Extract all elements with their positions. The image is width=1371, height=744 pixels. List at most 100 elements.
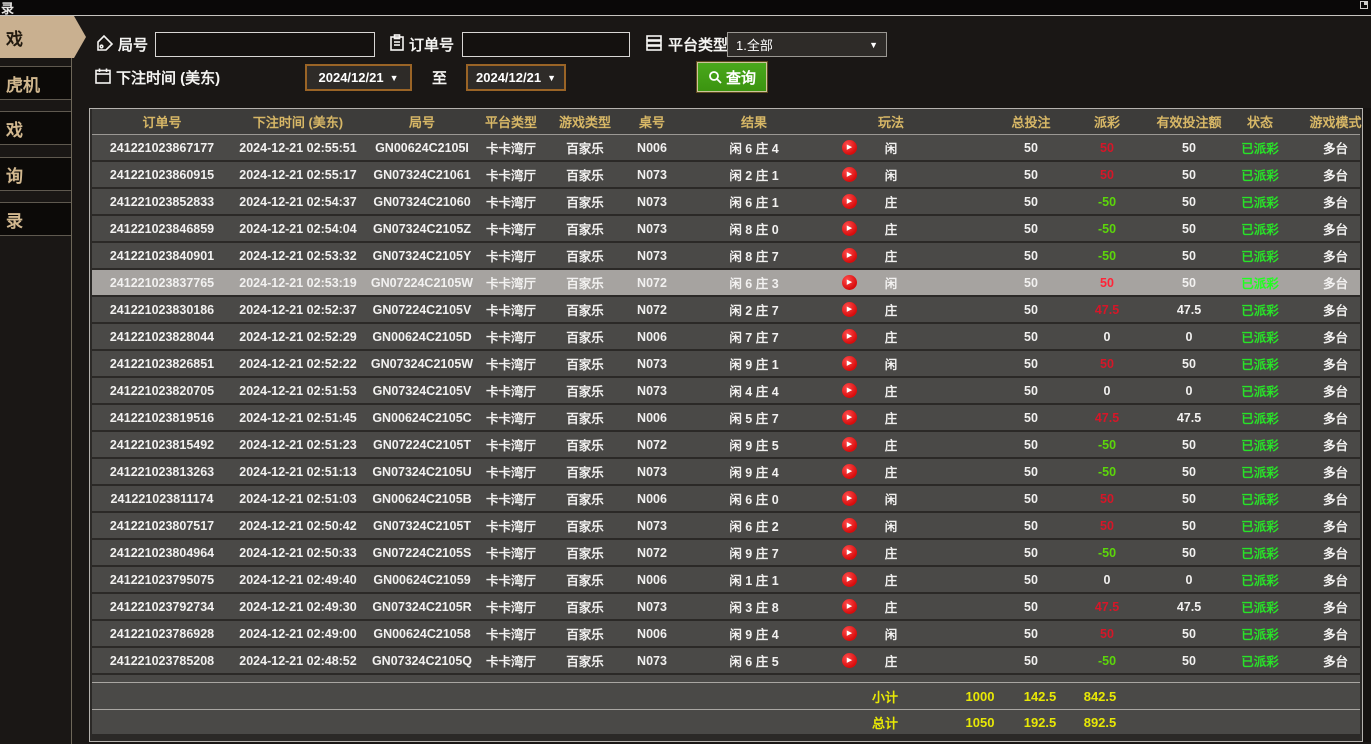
table-row[interactable]: 241221023826851 2024-12-21 02:52:22 GN07… [92, 351, 1360, 378]
sidebar-item-slots[interactable]: 虎机 [0, 66, 72, 100]
play-video-button[interactable]: ▶ [842, 194, 857, 209]
play-video-button[interactable]: ▶ [842, 464, 857, 479]
total-valid-bet: 892.5 [1070, 715, 1130, 730]
table-row[interactable]: 241221023820705 2024-12-21 02:51:53 GN07… [92, 378, 1360, 405]
cell-result: 闲 6 庄 4 [676, 138, 832, 157]
play-video-button[interactable]: ▶ [842, 140, 857, 155]
table-row[interactable]: 241221023852833 2024-12-21 02:54:37 GN07… [92, 189, 1360, 216]
cell-mode: 多台 [1287, 516, 1364, 535]
cell-result: 闲 7 庄 7 [676, 327, 832, 346]
cell-platform: 卡卡湾厅 [480, 435, 542, 454]
cell-play-type: 闲 [866, 516, 916, 535]
cell-total-bet: 50 [993, 465, 1069, 479]
cell-status: 已派彩 [1233, 354, 1287, 373]
play-video-button[interactable]: ▶ [842, 653, 857, 668]
cell-table-no: N073 [628, 195, 676, 209]
sidebar-item-query[interactable]: 询 [0, 157, 72, 191]
cell-play: ▶ [832, 572, 866, 587]
play-video-button[interactable]: ▶ [842, 491, 857, 506]
cell-play-type: 庄 [866, 219, 916, 238]
play-video-button[interactable]: ▶ [842, 545, 857, 560]
table-row[interactable]: 241221023846859 2024-12-21 02:54:04 GN07… [92, 216, 1360, 243]
sidebar-item-record[interactable]: 录 [0, 202, 72, 236]
table-row[interactable]: 241221023867177 2024-12-21 02:55:51 GN00… [92, 135, 1360, 162]
cell-status: 已派彩 [1233, 192, 1287, 211]
table-row[interactable]: 241221023795075 2024-12-21 02:49:40 GN00… [92, 567, 1360, 594]
cell-game: 百家乐 [542, 354, 628, 373]
cell-total-bet: 50 [993, 276, 1069, 290]
table-row[interactable]: 241221023804964 2024-12-21 02:50:33 GN07… [92, 540, 1360, 567]
play-video-button[interactable]: ▶ [842, 410, 857, 425]
cell-table-no: N073 [628, 384, 676, 398]
play-video-button[interactable]: ▶ [842, 356, 857, 371]
play-icon: ▶ [847, 603, 852, 610]
cell-status: 已派彩 [1233, 624, 1287, 643]
table-row[interactable]: 241221023785208 2024-12-21 02:48:52 GN07… [92, 648, 1360, 675]
search-button[interactable]: 查询 [697, 62, 767, 92]
cell-round: GN07324C2105R [364, 600, 480, 614]
play-icon: ▶ [847, 495, 852, 502]
table-row[interactable]: 241221023813263 2024-12-21 02:51:13 GN07… [92, 459, 1360, 486]
play-video-button[interactable]: ▶ [842, 383, 857, 398]
scrollbar-track[interactable] [1363, 108, 1371, 742]
cell-result: 闲 6 庄 5 [676, 651, 832, 670]
cell-order: 241221023792734 [92, 600, 232, 614]
window-restore-icon[interactable] [1360, 1, 1368, 9]
cell-order: 241221023828044 [92, 330, 232, 344]
cell-time: 2024-12-21 02:51:03 [232, 492, 364, 506]
cell-round: GN07324C2105Q [364, 654, 480, 668]
table-row[interactable]: 241221023828044 2024-12-21 02:52:29 GN00… [92, 324, 1360, 351]
table-row[interactable]: 241221023786928 2024-12-21 02:49:00 GN00… [92, 621, 1360, 648]
play-video-button[interactable]: ▶ [842, 518, 857, 533]
cell-play: ▶ [832, 302, 866, 317]
cell-platform: 卡卡湾厅 [480, 597, 542, 616]
table-body: 241221023867177 2024-12-21 02:55:51 GN00… [92, 135, 1360, 675]
cell-play: ▶ [832, 356, 866, 371]
play-video-button[interactable]: ▶ [842, 572, 857, 587]
cell-table-no: N073 [628, 357, 676, 371]
play-video-button[interactable]: ▶ [842, 302, 857, 317]
cell-mode: 多台 [1287, 192, 1364, 211]
platform-type-label: 平台类型 [668, 34, 728, 55]
play-video-button[interactable]: ▶ [842, 275, 857, 290]
cell-platform: 卡卡湾厅 [480, 489, 542, 508]
order-no-input[interactable] [462, 32, 630, 57]
col-header-valid-bet: 有效投注额 [1145, 112, 1233, 131]
cell-game: 百家乐 [542, 300, 628, 319]
play-video-button[interactable]: ▶ [842, 626, 857, 641]
cell-mode: 多台 [1287, 462, 1364, 481]
table-row[interactable]: 241221023819516 2024-12-21 02:51:45 GN00… [92, 405, 1360, 432]
sidebar-item-game2[interactable]: 戏 [0, 111, 72, 145]
cell-platform: 卡卡湾厅 [480, 651, 542, 670]
table-row[interactable]: 241221023830186 2024-12-21 02:52:37 GN07… [92, 297, 1360, 324]
cell-round: GN07324C21061 [364, 168, 480, 182]
round-no-input[interactable] [155, 32, 375, 57]
cell-play-type: 庄 [866, 570, 916, 589]
table-row[interactable]: 241221023840901 2024-12-21 02:53:32 GN07… [92, 243, 1360, 270]
date-to-picker[interactable]: 2024/12/21▼ [466, 64, 566, 91]
cell-time: 2024-12-21 02:55:17 [232, 168, 364, 182]
window-title-bar: 录 [0, 0, 1371, 15]
table-row[interactable]: 241221023792734 2024-12-21 02:49:30 GN07… [92, 594, 1360, 621]
table-row[interactable]: 241221023811174 2024-12-21 02:51:03 GN00… [92, 486, 1360, 513]
cell-round: GN00624C21059 [364, 573, 480, 587]
play-video-button[interactable]: ▶ [842, 248, 857, 263]
play-video-button[interactable]: ▶ [842, 437, 857, 452]
play-video-button[interactable]: ▶ [842, 167, 857, 182]
play-icon: ▶ [847, 306, 852, 313]
cell-round: GN00624C21058 [364, 627, 480, 641]
play-video-button[interactable]: ▶ [842, 599, 857, 614]
table-row[interactable]: 241221023837765 2024-12-21 02:53:19 GN07… [92, 270, 1360, 297]
play-video-button[interactable]: ▶ [842, 221, 857, 236]
cell-platform: 卡卡湾厅 [480, 138, 542, 157]
cell-valid-bet: 50 [1145, 438, 1233, 452]
play-video-button[interactable]: ▶ [842, 329, 857, 344]
table-row[interactable]: 241221023807517 2024-12-21 02:50:42 GN07… [92, 513, 1360, 540]
platform-type-select[interactable]: 1.全部 ▼ [727, 32, 887, 57]
table-row[interactable]: 241221023860915 2024-12-21 02:55:17 GN07… [92, 162, 1360, 189]
table-row[interactable]: 241221023815492 2024-12-21 02:51:23 GN07… [92, 432, 1360, 459]
cell-order: 241221023852833 [92, 195, 232, 209]
sidebar-item-game-active[interactable]: 戏 [0, 16, 86, 58]
date-from-picker[interactable]: 2024/12/21▼ [305, 64, 412, 91]
cell-payout: 50 [1069, 627, 1145, 641]
